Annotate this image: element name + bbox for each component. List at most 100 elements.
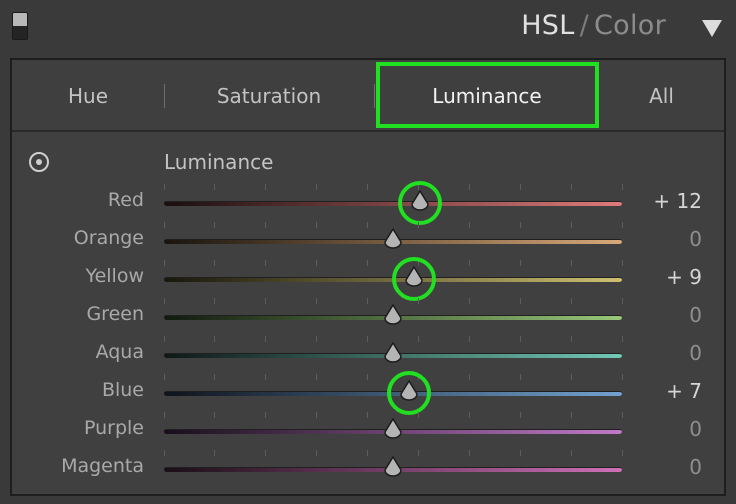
slider-tick (265, 298, 266, 304)
slider-tick (367, 184, 368, 190)
slider-tick (367, 336, 368, 342)
slider-tick (418, 450, 419, 456)
slider-tick (164, 412, 165, 418)
slider-label: Blue (101, 379, 144, 401)
slider-tick (622, 336, 623, 342)
slider-tick (418, 336, 419, 342)
slider-tick (622, 222, 623, 228)
slider-tick (622, 260, 623, 266)
slider-tick (520, 336, 521, 342)
slider-value[interactable]: 0 (689, 227, 702, 251)
slider-tick (316, 450, 317, 456)
tab-saturation[interactable]: Saturation (165, 60, 373, 130)
title-color[interactable]: Color (594, 10, 666, 41)
slider-tick (214, 374, 215, 380)
slider-track[interactable] (164, 391, 622, 396)
slider-tick (214, 450, 215, 456)
slider-tick (214, 336, 215, 342)
slider-tick (520, 298, 521, 304)
slider-label: Red (107, 189, 144, 211)
slider-tick (316, 336, 317, 342)
slider-tick (316, 412, 317, 418)
slider-tick (571, 336, 572, 342)
slider-value[interactable]: 0 (689, 455, 702, 479)
slider-tick (520, 184, 521, 190)
slider-row-green: Green 0 (12, 298, 724, 336)
slider-tick (571, 184, 572, 190)
slider-thumb[interactable] (383, 456, 403, 478)
slider-thumb[interactable] (383, 418, 403, 440)
slider-thumb[interactable] (410, 190, 430, 212)
slider-tick (367, 222, 368, 228)
slider-tick (316, 222, 317, 228)
panel-toggle-switch[interactable] (12, 12, 28, 40)
slider-track[interactable] (164, 201, 622, 206)
slider-tick (164, 298, 165, 304)
section-label: Luminance (164, 150, 274, 174)
slider-value[interactable]: + 7 (666, 379, 702, 403)
slider-tick (571, 374, 572, 380)
slider-label: Green (86, 303, 144, 325)
slider-thumb[interactable] (383, 304, 403, 326)
slider-thumb[interactable] (383, 342, 403, 364)
slider-tick (265, 412, 266, 418)
slider-tick (622, 412, 623, 418)
slider-tick (214, 260, 215, 266)
slider-label: Purple (83, 417, 144, 439)
slider-tick (520, 260, 521, 266)
slider-value[interactable]: + 12 (653, 189, 702, 213)
slider-tick (520, 222, 521, 228)
slider-tick (214, 298, 215, 304)
slider-row-red: Red + 12 (12, 181, 724, 225)
slider-thumb[interactable] (399, 380, 419, 402)
title-hsl[interactable]: HSL (521, 10, 574, 41)
slider-label: Magenta (61, 455, 144, 477)
tab-all[interactable]: All (599, 60, 724, 130)
slider-tick (367, 374, 368, 380)
slider-row-magenta: Magenta 0 (12, 450, 724, 488)
slider-value[interactable]: 0 (689, 303, 702, 327)
slider-value[interactable]: 0 (689, 417, 702, 441)
panel-title[interactable]: HSL / Color (521, 10, 666, 41)
slider-tick (265, 184, 266, 190)
target-adjust-icon[interactable] (29, 152, 49, 172)
slider-row-aqua: Aqua 0 (12, 336, 724, 374)
slider-tick (571, 298, 572, 304)
hsl-panel: Hue Saturation Luminance All Luminance R… (10, 58, 726, 496)
slider-tick (316, 298, 317, 304)
slider-track[interactable] (164, 277, 622, 282)
slider-tick (367, 412, 368, 418)
slider-thumb[interactable] (404, 266, 424, 288)
tab-luminance[interactable]: Luminance (375, 60, 599, 130)
slider-value[interactable]: 0 (689, 341, 702, 365)
slider-tick (571, 412, 572, 418)
slider-tick (316, 374, 317, 380)
slider-tick (469, 450, 470, 456)
slider-tick (469, 298, 470, 304)
slider-tick (214, 184, 215, 190)
slider-value[interactable]: + 9 (666, 265, 702, 289)
slider-tick (214, 222, 215, 228)
slider-tick (418, 412, 419, 418)
slider-tick (571, 260, 572, 266)
slider-tick (265, 260, 266, 266)
slider-tick (164, 336, 165, 342)
slider-tick (469, 412, 470, 418)
slider-tick (164, 260, 165, 266)
slider-tick (520, 450, 521, 456)
slider-tick (418, 222, 419, 228)
slider-tick (469, 374, 470, 380)
slider-tick (164, 184, 165, 190)
slider-tick (520, 374, 521, 380)
slider-tick (469, 184, 470, 190)
slider-tick (214, 412, 215, 418)
slider-tick (469, 222, 470, 228)
slider-tick (164, 450, 165, 456)
slider-thumb[interactable] (383, 228, 403, 250)
slider-tick (164, 222, 165, 228)
tab-hue[interactable]: Hue (12, 60, 164, 130)
triangle-down-icon[interactable] (702, 20, 722, 37)
slider-row-purple: Purple 0 (12, 412, 724, 450)
slider-tick (265, 374, 266, 380)
slider-label: Orange (73, 227, 144, 249)
